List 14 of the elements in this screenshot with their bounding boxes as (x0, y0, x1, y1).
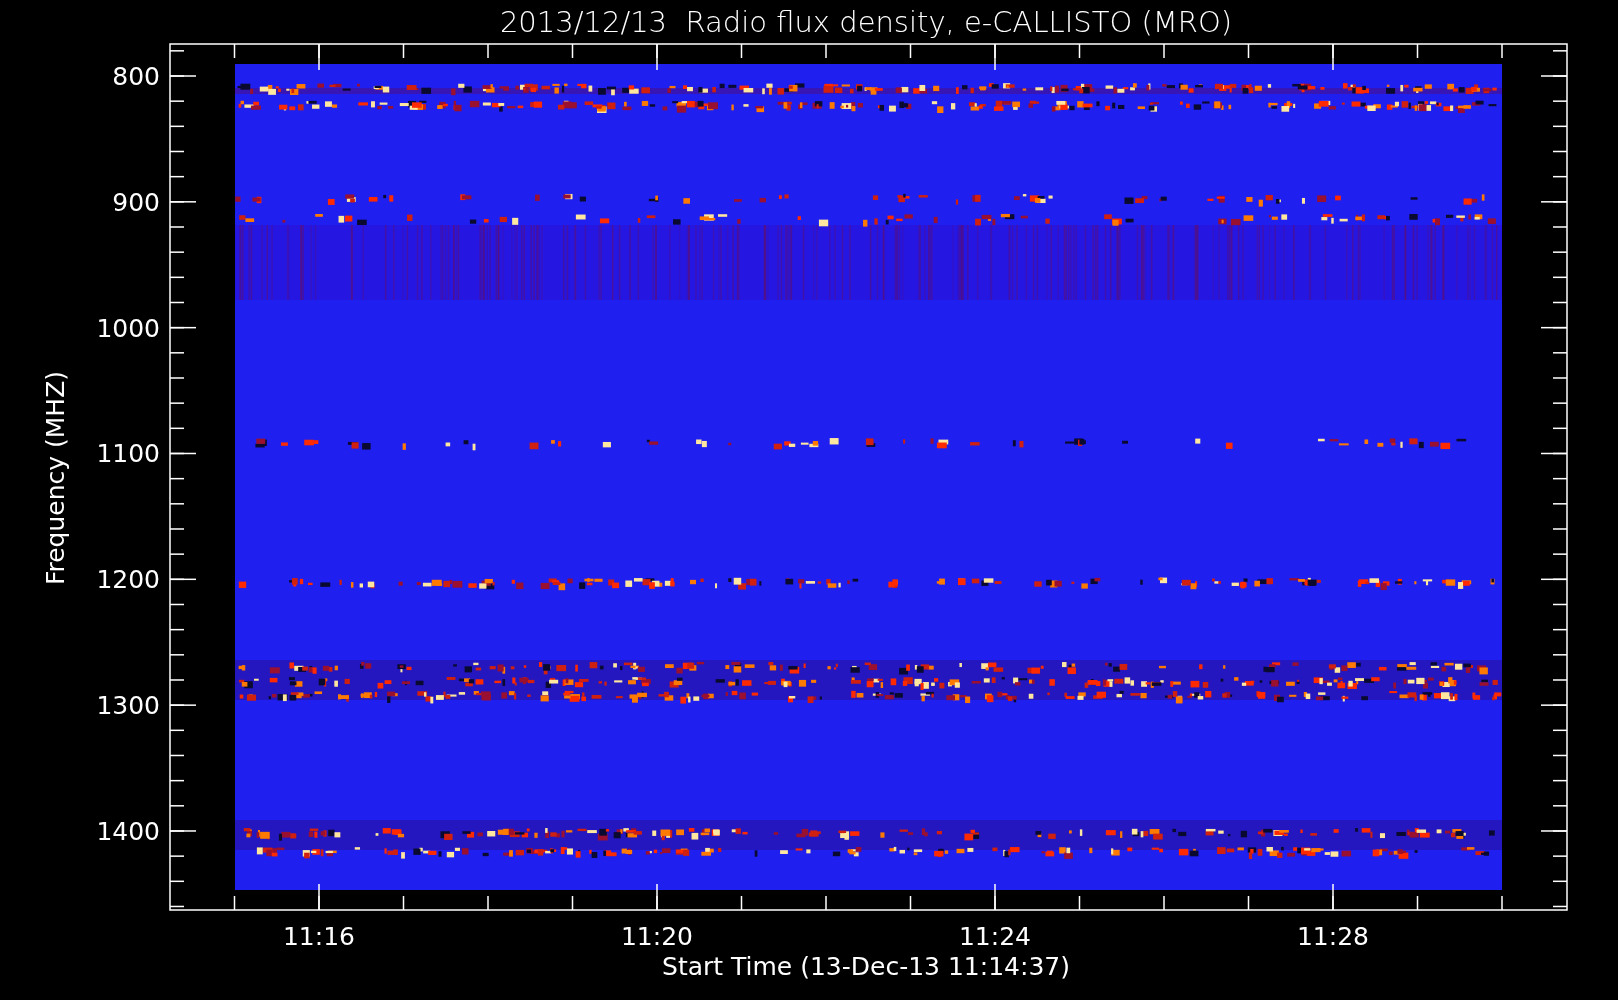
x-tick-label: 11:16 (283, 922, 355, 951)
x-tick-label: 11:20 (621, 922, 693, 951)
y-tick-label: 1000 (96, 313, 160, 343)
y-axis-label: Frequency (MHZ) (41, 370, 70, 586)
plot-title: 2013/12/13 Radio flux density, e-CALLISTO (MRO) (499, 5, 1233, 39)
y-tick-label: 1100 (96, 439, 160, 469)
y-tick-label: 1300 (96, 691, 160, 721)
x-tick-label: 11:28 (1297, 922, 1369, 951)
y-tick-label: 1200 (96, 565, 160, 595)
y-tick-label: 900 (112, 187, 160, 217)
y-tick-label: 1400 (96, 817, 160, 846)
x-tick-label: 11:24 (959, 922, 1031, 951)
y-tick-label: 800 (112, 62, 160, 91)
x-axis-label: Start Time (13-Dec-13 11:14:37) (662, 952, 1070, 981)
